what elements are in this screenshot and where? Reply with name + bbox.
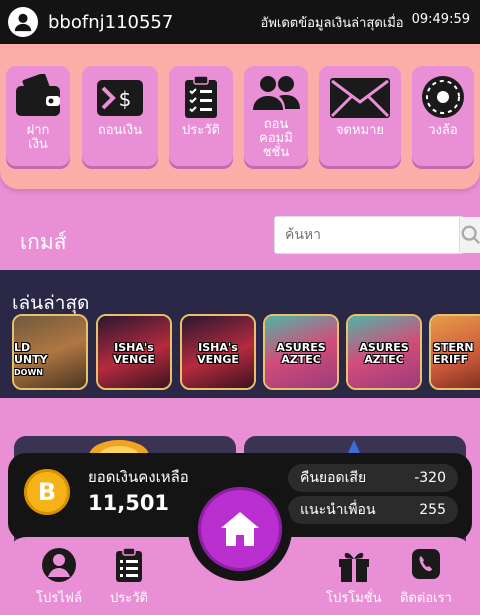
games-section: เกมส์ xyxy=(0,196,480,276)
balance-update-info: อัพเดตข้อมูลเงินล่าสุดเมื่อ 09:49:59 xyxy=(261,12,470,33)
svg-text:$: $ xyxy=(119,87,132,111)
commission-label: ถอน คอมมิ ชชั่น xyxy=(259,117,293,160)
nav-contact[interactable]: ติดต่อเรา xyxy=(400,547,452,608)
quick-menu: ฝาก เงิน $ ถอนเงิน ประวัติ ถอน คอมมิ ชชั่น xyxy=(0,44,480,189)
coin-icon: B xyxy=(24,469,70,515)
top-bar: bbofnj110557 อัพเดตข้อมูลเงินล่าสุดเมื่อ… xyxy=(0,0,480,44)
recent-game-title: ASURES AZTEC xyxy=(359,341,409,366)
nav-promotion-label: โปรโมชั่น xyxy=(326,591,382,606)
recent-game-thumb[interactable]: ASURES AZTEC xyxy=(263,314,339,390)
wheel-button[interactable]: วงล้อ xyxy=(412,66,474,166)
history-label: ประวัติ xyxy=(182,123,220,138)
clipboard-icon xyxy=(115,547,142,582)
wheel-label: วงล้อ xyxy=(428,123,458,138)
withdraw-icon: $ xyxy=(97,80,143,116)
commission-withdraw-button[interactable]: ถอน คอมมิ ชชั่น xyxy=(244,66,308,166)
deposit-button[interactable]: ฝาก เงิน xyxy=(6,66,70,166)
gift-icon xyxy=(338,552,369,582)
phone-icon xyxy=(411,549,440,579)
cashback-label: คืนยอดเสีย xyxy=(300,470,367,486)
referral-label: แนะนำเพื่อน xyxy=(300,502,376,518)
search-icon xyxy=(461,225,480,245)
mail-label: จดหมาย xyxy=(335,123,385,138)
balance-value: 11,501 xyxy=(88,491,170,515)
referral-value: 255 xyxy=(419,502,446,518)
nav-promotion[interactable]: โปรโมชั่น xyxy=(326,547,381,608)
nav-history[interactable]: ประวัติ xyxy=(110,547,148,608)
home-button[interactable] xyxy=(198,487,282,571)
recent-game-thumb[interactable]: ISHA's VENGE xyxy=(180,314,256,390)
cashback-pill[interactable]: คืนยอดเสีย -320 xyxy=(288,464,458,492)
withdraw-label: ถอนเงิน xyxy=(97,123,143,138)
search-button[interactable] xyxy=(459,217,480,253)
nav-history-label: ประวัติ xyxy=(110,591,148,606)
recent-games: เล่นล่าสุด LD UNTY DOWN ISHA's VENGE ISHA's… xyxy=(0,270,480,398)
recent-game-title: LD UNTY DOWN xyxy=(14,341,48,378)
nav-profile-label: โปรไฟล์ xyxy=(36,591,82,606)
search-box xyxy=(274,216,480,254)
user-avatar-icon[interactable] xyxy=(8,7,38,37)
mail-button[interactable]: จดหมาย xyxy=(319,66,401,166)
recent-game-thumb[interactable]: ASURES AZTEC xyxy=(346,314,422,390)
history-button[interactable]: ประวัติ xyxy=(169,66,233,166)
recent-game-thumb[interactable]: STERN ERIFF xyxy=(429,314,480,390)
recent-game-title: ASURES AZTEC xyxy=(276,341,326,366)
recent-game-thumb[interactable]: LD UNTY DOWN xyxy=(12,314,88,390)
deposit-label: ฝาก เงิน xyxy=(26,123,50,152)
search-input[interactable] xyxy=(275,217,459,253)
mail-icon xyxy=(330,78,390,118)
home-icon xyxy=(221,512,259,546)
wallet-icon xyxy=(16,74,60,116)
recent-game-title: STERN ERIFF xyxy=(433,341,474,366)
nav-contact-label: ติดต่อเรา xyxy=(400,591,452,606)
recent-game-title: ISHA's VENGE xyxy=(197,341,239,366)
username: bbofnj110557 xyxy=(48,11,174,33)
clipboard-icon xyxy=(185,75,217,118)
withdraw-button[interactable]: $ ถอนเงิน xyxy=(82,66,158,166)
recent-game-thumb[interactable]: ISHA's VENGE xyxy=(96,314,172,390)
update-time: 09:49:59 xyxy=(411,11,470,27)
balance-label: ยอดเงินคงเหลือ xyxy=(88,468,189,486)
wheel-icon xyxy=(422,76,464,118)
profile-icon xyxy=(41,548,76,582)
recent-game-title: ISHA's VENGE xyxy=(113,341,155,366)
cashback-value: -320 xyxy=(414,470,446,486)
users-icon xyxy=(253,76,300,110)
games-title: เกมส์ xyxy=(20,230,67,254)
referral-pill[interactable]: แนะนำเพื่อน 255 xyxy=(288,496,458,524)
nav-profile[interactable]: โปรไฟล์ xyxy=(36,547,82,608)
update-label: อัพเดตข้อมูลเงินล่าสุดเมื่อ xyxy=(260,15,404,31)
